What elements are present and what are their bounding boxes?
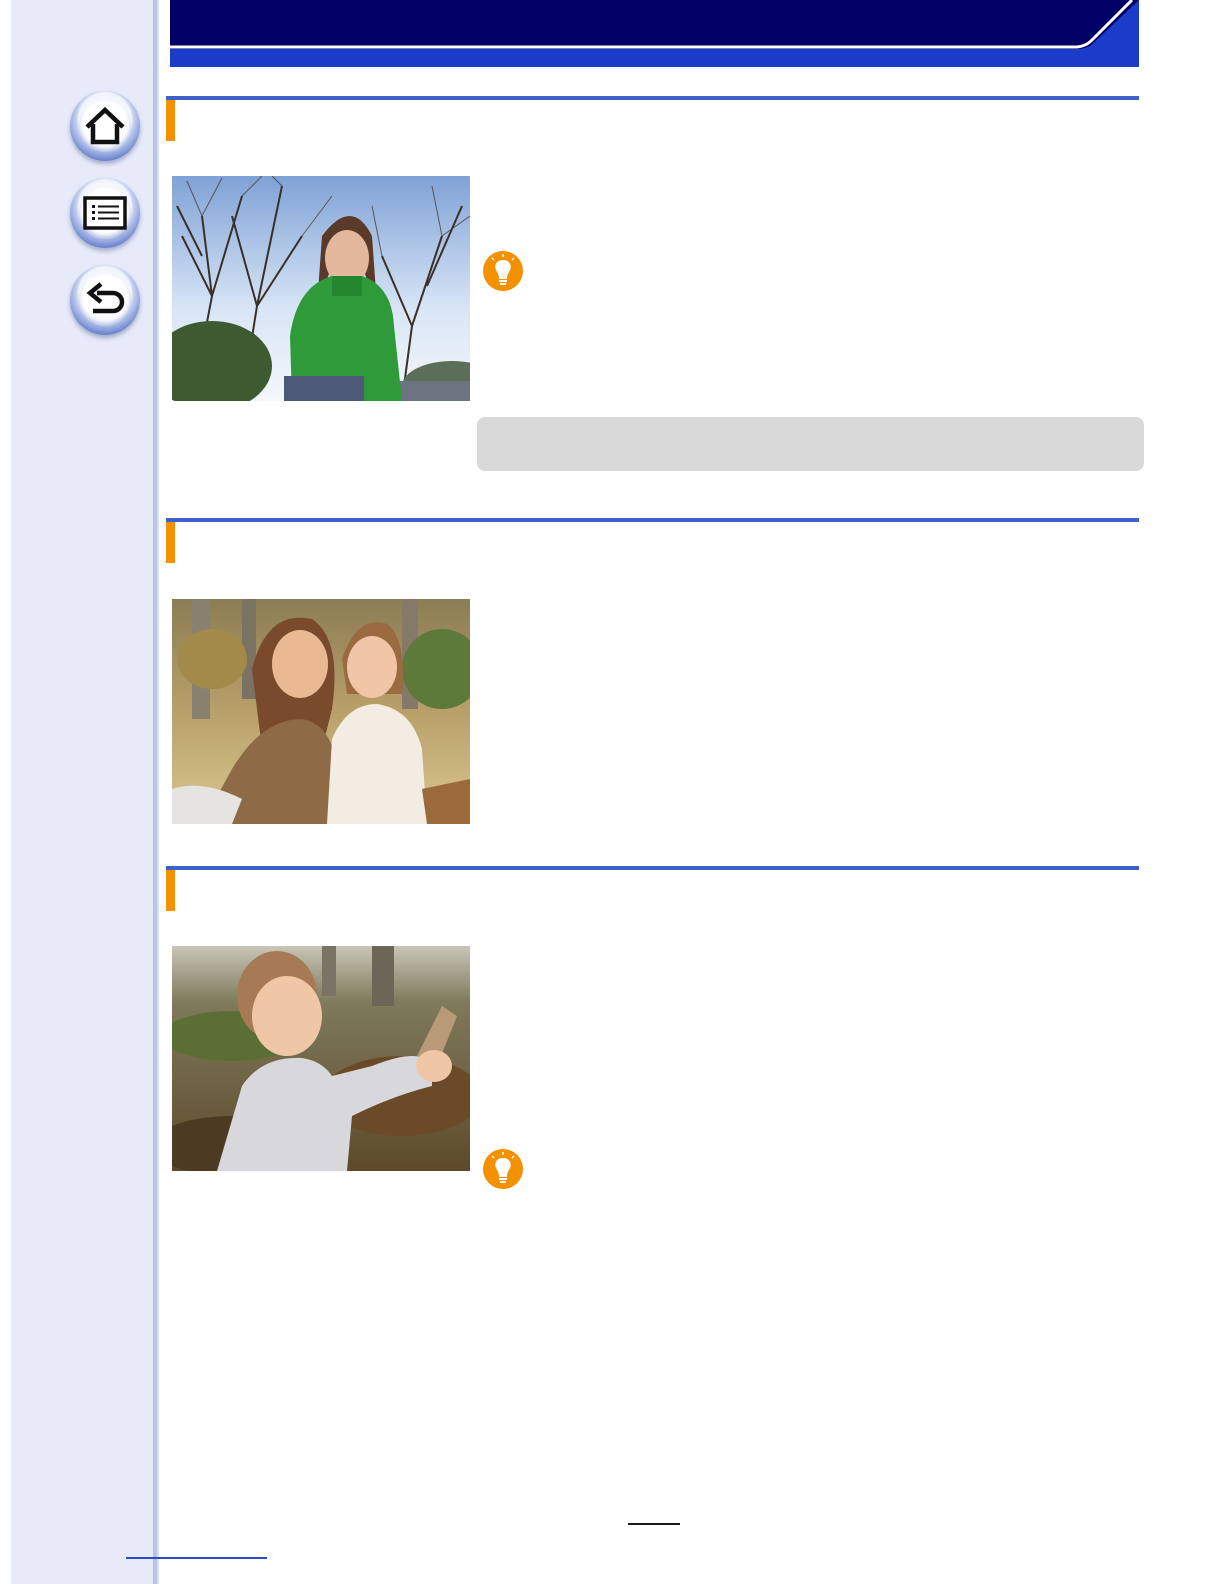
list-icon bbox=[83, 196, 127, 230]
woman-in-green-sweater-photo bbox=[172, 176, 470, 401]
section-rule bbox=[166, 866, 1139, 870]
contents-button[interactable] bbox=[70, 178, 140, 248]
back-arrow-icon bbox=[86, 282, 125, 314]
two-girls-in-park-photo bbox=[172, 599, 470, 824]
header-title-band bbox=[170, 0, 1139, 49]
page-number-underline bbox=[628, 1523, 680, 1525]
lightbulb-icon bbox=[483, 251, 523, 291]
section-rule bbox=[166, 518, 1139, 522]
lightbulb-icon bbox=[483, 1149, 523, 1189]
section-accent-mark bbox=[166, 100, 175, 141]
home-icon bbox=[85, 106, 125, 145]
section-accent-mark bbox=[166, 870, 175, 911]
sidebar-divider-light bbox=[157, 0, 159, 1584]
footer-link-underline[interactable] bbox=[126, 1557, 267, 1559]
section-accent-mark bbox=[166, 522, 175, 563]
home-button[interactable] bbox=[70, 91, 140, 161]
back-button[interactable] bbox=[70, 265, 140, 335]
section-rule bbox=[166, 96, 1139, 100]
toddler-in-park-photo bbox=[172, 946, 470, 1171]
note-box bbox=[477, 417, 1144, 471]
